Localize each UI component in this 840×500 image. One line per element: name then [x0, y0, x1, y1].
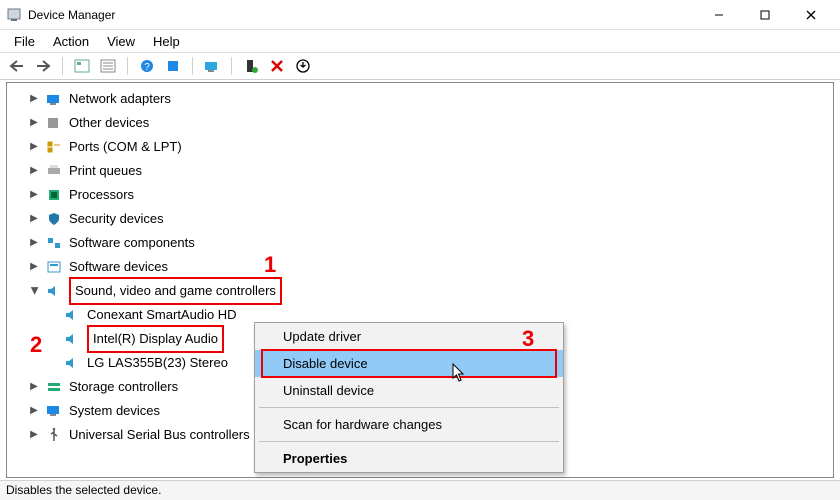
- node-label: Security devices: [69, 207, 164, 231]
- svg-text:?: ?: [144, 62, 150, 73]
- help-toolbar-button[interactable]: ?: [136, 55, 158, 77]
- toolbar: ?: [0, 52, 840, 80]
- annotation-marker-2: 2: [30, 332, 42, 358]
- node-label: Storage controllers: [69, 375, 178, 399]
- software-devices-icon: [45, 258, 63, 276]
- show-hidden-button[interactable]: [71, 55, 93, 77]
- toolbar-separator: [127, 57, 128, 75]
- annotation-marker-1: 1: [264, 252, 276, 278]
- tree-category-processors[interactable]: ▶ Processors: [7, 183, 833, 207]
- node-label: Intel(R) Display Audio: [87, 325, 224, 353]
- chevron-right-icon[interactable]: ▶: [27, 375, 41, 399]
- ports-icon: [45, 138, 63, 156]
- chevron-right-icon[interactable]: ▶: [27, 231, 41, 255]
- other-devices-icon: [45, 114, 63, 132]
- tree-category-software-components[interactable]: ▶ Software components: [7, 231, 833, 255]
- context-separator: [259, 407, 559, 408]
- chevron-right-icon[interactable]: ▶: [27, 159, 41, 183]
- processors-icon: [45, 186, 63, 204]
- app-icon: [6, 7, 22, 23]
- speaker-icon: [63, 354, 81, 372]
- scan-hardware-button[interactable]: [201, 55, 223, 77]
- node-label: Network adapters: [69, 87, 171, 111]
- security-devices-icon: [45, 210, 63, 228]
- toolbar-separator: [62, 57, 63, 75]
- cursor-icon: [452, 363, 466, 383]
- chevron-right-icon[interactable]: ▶: [27, 207, 41, 231]
- context-disable-device[interactable]: Disable device: [255, 350, 563, 377]
- chevron-down-icon[interactable]: ▶: [22, 284, 46, 298]
- speaker-icon: [63, 330, 81, 348]
- context-properties[interactable]: Properties: [255, 445, 563, 472]
- tree-category-software-devices[interactable]: ▶ Software devices: [7, 255, 833, 279]
- close-button[interactable]: [788, 0, 834, 30]
- node-label: Software components: [69, 231, 195, 255]
- sound-icon: [45, 282, 63, 300]
- tree-category-print-queues[interactable]: ▶ Print queues: [7, 159, 833, 183]
- chevron-right-icon[interactable]: ▶: [27, 423, 41, 447]
- window-buttons: [696, 0, 834, 30]
- chevron-right-icon[interactable]: ▶: [27, 255, 41, 279]
- minimize-button[interactable]: [696, 0, 742, 30]
- menu-file[interactable]: File: [14, 34, 35, 49]
- toolbar-separator: [231, 57, 232, 75]
- node-label: Print queues: [69, 159, 142, 183]
- status-text: Disables the selected device.: [6, 483, 161, 497]
- system-devices-icon: [45, 402, 63, 420]
- tree-category-ports[interactable]: ▶ Ports (COM & LPT): [7, 135, 833, 159]
- node-label: Other devices: [69, 111, 149, 135]
- annotation-marker-3: 3: [522, 326, 534, 352]
- toolbar-separator: [192, 57, 193, 75]
- menu-action[interactable]: Action: [53, 34, 89, 49]
- forward-button[interactable]: [32, 55, 54, 77]
- node-label: Ports (COM & LPT): [69, 135, 182, 159]
- chevron-right-icon[interactable]: ▶: [27, 87, 41, 111]
- node-label: LG LAS355B(23) Stereo: [87, 351, 228, 375]
- tree-category-security-devices[interactable]: ▶ Security devices: [7, 207, 833, 231]
- context-update-driver[interactable]: Update driver: [255, 323, 563, 350]
- window-title: Device Manager: [28, 8, 696, 22]
- context-uninstall-device[interactable]: Uninstall device: [255, 377, 563, 404]
- enable-device-button[interactable]: [240, 55, 262, 77]
- back-button[interactable]: [6, 55, 28, 77]
- node-label: System devices: [69, 399, 160, 423]
- tree-category-sound-video-game[interactable]: ▶ Sound, video and game controllers: [7, 279, 833, 303]
- status-bar: Disables the selected device.: [0, 480, 840, 500]
- speaker-icon: [63, 306, 81, 324]
- node-label: Processors: [69, 183, 134, 207]
- context-separator: [259, 441, 559, 442]
- node-label: Universal Serial Bus controllers: [69, 423, 250, 447]
- chevron-right-icon[interactable]: ▶: [27, 183, 41, 207]
- network-adapters-icon: [45, 90, 63, 108]
- usb-icon: [45, 426, 63, 444]
- maximize-button[interactable]: [742, 0, 788, 30]
- action-toolbar-button[interactable]: [162, 55, 184, 77]
- chevron-right-icon[interactable]: ▶: [27, 135, 41, 159]
- chevron-right-icon[interactable]: ▶: [27, 111, 41, 135]
- chevron-right-icon[interactable]: ▶: [27, 399, 41, 423]
- title-bar: Device Manager: [0, 0, 840, 30]
- context-scan-hardware[interactable]: Scan for hardware changes: [255, 411, 563, 438]
- context-menu: Update driver Disable device Uninstall d…: [254, 322, 564, 473]
- tree-category-other-devices[interactable]: ▶ Other devices: [7, 111, 833, 135]
- menu-view[interactable]: View: [107, 34, 135, 49]
- disable-device-button[interactable]: [266, 55, 288, 77]
- menu-help[interactable]: Help: [153, 34, 180, 49]
- node-label: Sound, video and game controllers: [69, 277, 282, 305]
- node-label: Software devices: [69, 255, 168, 279]
- software-components-icon: [45, 234, 63, 252]
- uninstall-device-button[interactable]: [292, 55, 314, 77]
- storage-controllers-icon: [45, 378, 63, 396]
- menu-bar: File Action View Help: [0, 30, 840, 52]
- node-label: Conexant SmartAudio HD: [87, 303, 237, 327]
- print-queues-icon: [45, 162, 63, 180]
- tree-category-network-adapters[interactable]: ▶ Network adapters: [7, 87, 833, 111]
- properties-toolbar-button[interactable]: [97, 55, 119, 77]
